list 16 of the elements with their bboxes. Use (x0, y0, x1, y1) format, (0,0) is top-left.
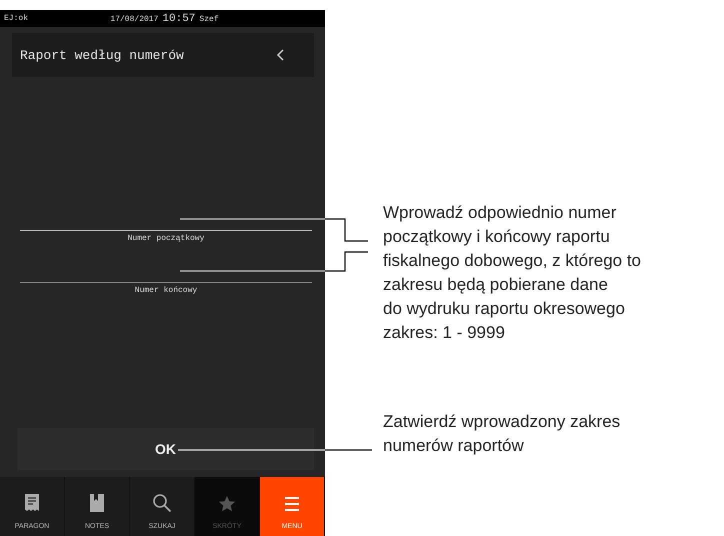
field-label: Numer początkowy (128, 233, 204, 245)
date-text: 17/08/2017 (110, 14, 158, 24)
back-icon[interactable] (276, 49, 284, 61)
menu-icon (283, 495, 301, 513)
time-text: 10:57 (162, 12, 196, 24)
star-icon (218, 495, 236, 513)
bookmark-book-icon (89, 493, 105, 513)
screen-title: Raport według numerów (20, 48, 184, 62)
field-label: Numer końcowy (134, 285, 198, 297)
search-icon (152, 493, 172, 513)
annotation-text: Zatwierdź wprowadzony zakres numerów raportów (383, 411, 622, 457)
journal-status: EJ:ok (4, 14, 28, 23)
annotation-text: Wprowadź odpowiednio numer początkowy i końcowy raportu fiskalnego dobowego, z którego to zakresu będą pobierane dane do wydruku raportu okresowego zakres: 1 - 9999 (383, 202, 642, 344)
user-text: Szef (199, 14, 219, 24)
ok-button[interactable]: OK (17, 428, 314, 470)
receipt-icon (24, 493, 40, 513)
